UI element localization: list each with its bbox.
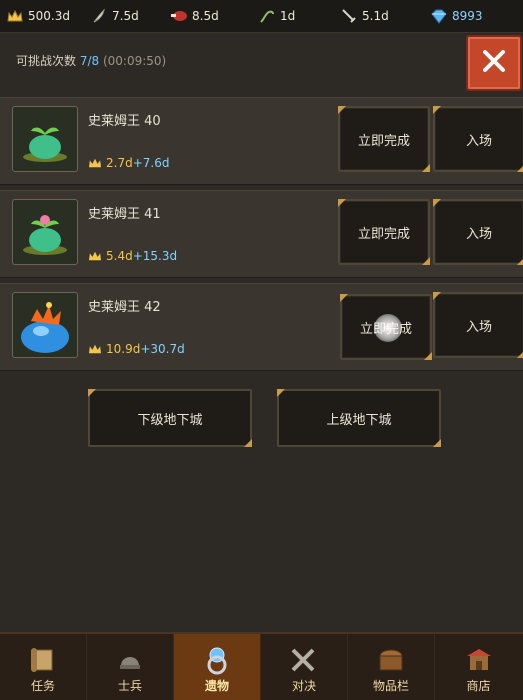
shop-icon <box>462 645 496 675</box>
instant-complete-label: 立即完成 <box>357 133 410 149</box>
bottom-tab-bar: 任务 士兵 遗物 对决 物品栏 商店 <box>0 632 523 700</box>
tab-duel[interactable]: 对决 <box>261 634 348 700</box>
resource-bar: 500.3d 7.5d 8.5d 1d 5.1d 8993 <box>0 0 523 33</box>
enter-button[interactable]: 入场 <box>433 292 523 358</box>
dungeon-reward: 2.7d +7.6d <box>88 156 169 170</box>
vine-icon <box>258 7 276 25</box>
resource-value: 1d <box>280 9 296 23</box>
relic-icon <box>200 645 234 675</box>
enter-label: 入场 <box>465 133 492 149</box>
tab-label: 士兵 <box>117 679 142 693</box>
tab-label: 遗物 <box>204 679 229 693</box>
challenge-timer: (00:09:50) <box>102 54 167 68</box>
tab-relics[interactable]: 遗物 <box>174 634 261 700</box>
touch-indicator <box>374 314 402 342</box>
resource-diamond: 8993 <box>430 0 483 32</box>
dungeon-reward: 5.4d +15.3d <box>88 249 177 263</box>
reward-value: 5.4d <box>106 249 133 263</box>
tab-shop[interactable]: 商店 <box>435 634 522 700</box>
tab-label: 物品栏 <box>372 679 409 693</box>
lower-dungeon-button[interactable]: 下级地下城 <box>88 389 252 447</box>
resource-sword: 5.1d <box>340 0 389 32</box>
tab-label: 商店 <box>466 679 491 693</box>
resource-value: 7.5d <box>112 9 139 23</box>
tab-label: 对决 <box>291 679 316 693</box>
reward-bonus: +30.7d <box>140 342 185 356</box>
dungeon-name: 史莱姆王 41 <box>88 207 161 222</box>
challenge-count-line: 可挑战次数 7/8 (00:09:50) <box>16 52 166 69</box>
resource-meat: 8.5d <box>170 0 219 32</box>
sword-icon <box>340 7 358 25</box>
resource-gold: 500.3d <box>6 0 70 32</box>
helmet-icon <box>113 645 147 675</box>
resource-value: 8.5d <box>192 9 219 23</box>
chest-icon <box>374 645 408 675</box>
resource-value: 500.3d <box>28 9 70 23</box>
reward-value: 2.7d <box>106 156 133 170</box>
resource-feather: 7.5d <box>90 0 139 32</box>
meat-icon <box>170 7 188 25</box>
challenge-count-label: 可挑战次数 <box>16 54 77 68</box>
upper-dungeon-label: 上级地下城 <box>326 412 392 428</box>
enter-button[interactable]: 入场 <box>433 199 523 265</box>
enter-button[interactable]: 入场 <box>433 106 523 172</box>
crown-icon <box>88 250 102 262</box>
reward-bonus: +15.3d <box>132 249 178 263</box>
resource-value: 8993 <box>452 9 483 23</box>
crown-icon <box>88 343 102 355</box>
tab-label: 任务 <box>30 679 55 693</box>
challenge-count-value: 7/8 <box>79 54 100 68</box>
dungeon-name: 史莱姆王 42 <box>88 300 161 315</box>
instant-complete-button[interactable]: 立即完成 <box>340 294 432 360</box>
tab-inventory[interactable]: 物品栏 <box>348 634 435 700</box>
dungeon-reward: 10.9d +30.7d <box>88 342 185 356</box>
crossed-swords-icon <box>287 645 321 675</box>
enter-label: 入场 <box>465 226 492 242</box>
slime-king-portrait <box>12 292 78 358</box>
slime-portrait <box>12 199 78 265</box>
lower-dungeon-label: 下级地下城 <box>137 412 203 428</box>
slime-portrait <box>12 106 78 172</box>
close-icon <box>481 48 507 78</box>
reward-bonus: +7.6d <box>132 156 170 170</box>
instant-complete-label: 立即完成 <box>357 226 410 242</box>
close-button[interactable] <box>466 35 522 91</box>
dungeon-row: 史莱姆王 40 2.7d +7.6d 立即完成 入场 <box>0 97 523 185</box>
crown-icon <box>88 157 102 169</box>
diamond-icon <box>430 7 448 25</box>
resource-vine: 1d <box>258 0 295 32</box>
enter-label: 入场 <box>465 319 492 335</box>
upper-dungeon-button[interactable]: 上级地下城 <box>277 389 441 447</box>
tab-soldiers[interactable]: 士兵 <box>87 634 174 700</box>
resource-value: 5.1d <box>362 9 389 23</box>
instant-complete-button[interactable]: 立即完成 <box>338 106 430 172</box>
tab-quests[interactable]: 任务 <box>0 634 87 700</box>
scroll-icon <box>26 645 60 675</box>
dungeon-row: 史莱姆王 42 10.9d +30.7d 立即完成 入场 <box>0 283 523 371</box>
feather-icon <box>90 7 108 25</box>
reward-value: 10.9d <box>106 342 141 356</box>
dungeon-row: 史莱姆王 41 5.4d +15.3d 立即完成 入场 <box>0 190 523 278</box>
instant-complete-button[interactable]: 立即完成 <box>338 199 430 265</box>
crown-icon <box>6 7 24 25</box>
dungeon-name: 史莱姆王 40 <box>88 114 161 129</box>
